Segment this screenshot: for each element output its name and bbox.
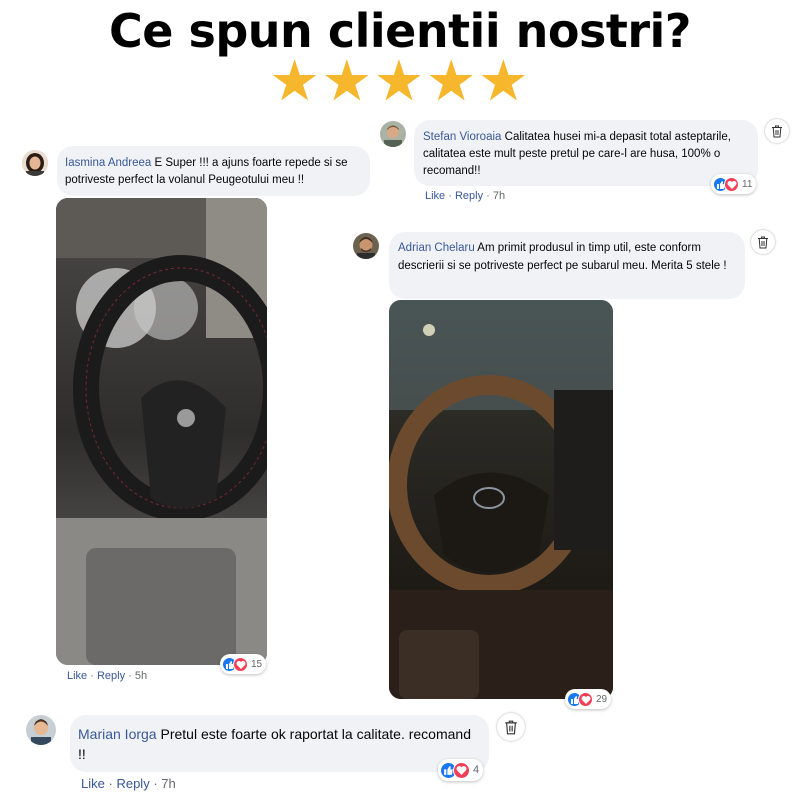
comment-bubble: Adrian Chelaru Am primit produsul in tim… bbox=[389, 232, 745, 299]
comment-actions: Like · Reply · 7h bbox=[81, 776, 176, 791]
love-reaction-icon bbox=[453, 761, 470, 779]
five-star-rating: ★★★★★ bbox=[269, 49, 531, 114]
reply-link[interactable]: Reply bbox=[116, 776, 149, 791]
comment-photo[interactable] bbox=[389, 300, 613, 699]
avatar-woman-icon bbox=[22, 150, 48, 176]
comment-time: 5h bbox=[134, 670, 148, 682]
comment-bubble: Iasmina Andreea E Super !!! a ajuns foar… bbox=[57, 146, 370, 196]
like-link[interactable]: Like bbox=[425, 190, 445, 202]
comment-author[interactable]: Marian Iorga bbox=[78, 726, 157, 742]
avatar[interactable] bbox=[26, 715, 56, 745]
reaction-number: 11 bbox=[742, 178, 753, 190]
reaction-count[interactable]: 15 bbox=[220, 654, 267, 674]
reaction-number: 4 bbox=[473, 764, 480, 776]
delete-comment-button[interactable] bbox=[765, 119, 789, 143]
love-reaction-icon bbox=[724, 176, 739, 192]
reaction-number: 29 bbox=[596, 693, 608, 705]
reaction-count[interactable]: 4 bbox=[438, 759, 484, 781]
comment-bubble: Marian Iorga Pretul este foarte ok rapor… bbox=[70, 715, 489, 772]
love-reaction-icon bbox=[233, 656, 248, 672]
like-link[interactable]: Like bbox=[81, 776, 105, 791]
avatar[interactable] bbox=[22, 150, 48, 176]
comment-photo[interactable] bbox=[56, 198, 267, 665]
comment-author[interactable]: Adrian Chelaru bbox=[398, 242, 475, 254]
delete-comment-button[interactable] bbox=[497, 713, 525, 741]
steering-wheel-photo-icon bbox=[389, 300, 613, 699]
steering-wheel-photo-icon bbox=[56, 198, 267, 665]
avatar-man-icon bbox=[353, 233, 379, 259]
comment-author[interactable]: Stefan Vioroaia bbox=[423, 131, 501, 143]
reply-link[interactable]: Reply bbox=[97, 670, 125, 682]
comment-actions: Like · Reply · 7h bbox=[425, 190, 506, 202]
love-reaction-icon bbox=[578, 691, 593, 707]
trash-icon bbox=[772, 125, 782, 137]
avatar-man-icon bbox=[26, 715, 56, 745]
reaction-count[interactable]: 11 bbox=[711, 174, 757, 194]
reaction-count[interactable]: 29 bbox=[565, 689, 612, 709]
avatar[interactable] bbox=[380, 121, 406, 147]
delete-comment-button[interactable] bbox=[751, 230, 775, 254]
comment-actions: Like · Reply · 5h bbox=[67, 670, 148, 682]
trash-icon bbox=[758, 236, 768, 248]
trash-icon bbox=[505, 720, 517, 734]
comment-author[interactable]: Iasmina Andreea bbox=[65, 157, 151, 169]
like-link[interactable]: Like bbox=[67, 670, 87, 682]
comment-time: 7h bbox=[492, 190, 506, 202]
comment-bubble: Stefan Vioroaia Calitatea husei mi-a dep… bbox=[414, 120, 758, 186]
avatar-man-icon bbox=[380, 121, 406, 147]
comment-time: 7h bbox=[161, 776, 176, 791]
avatar[interactable] bbox=[353, 233, 379, 259]
reply-link[interactable]: Reply bbox=[455, 190, 483, 202]
reaction-number: 15 bbox=[251, 658, 263, 670]
